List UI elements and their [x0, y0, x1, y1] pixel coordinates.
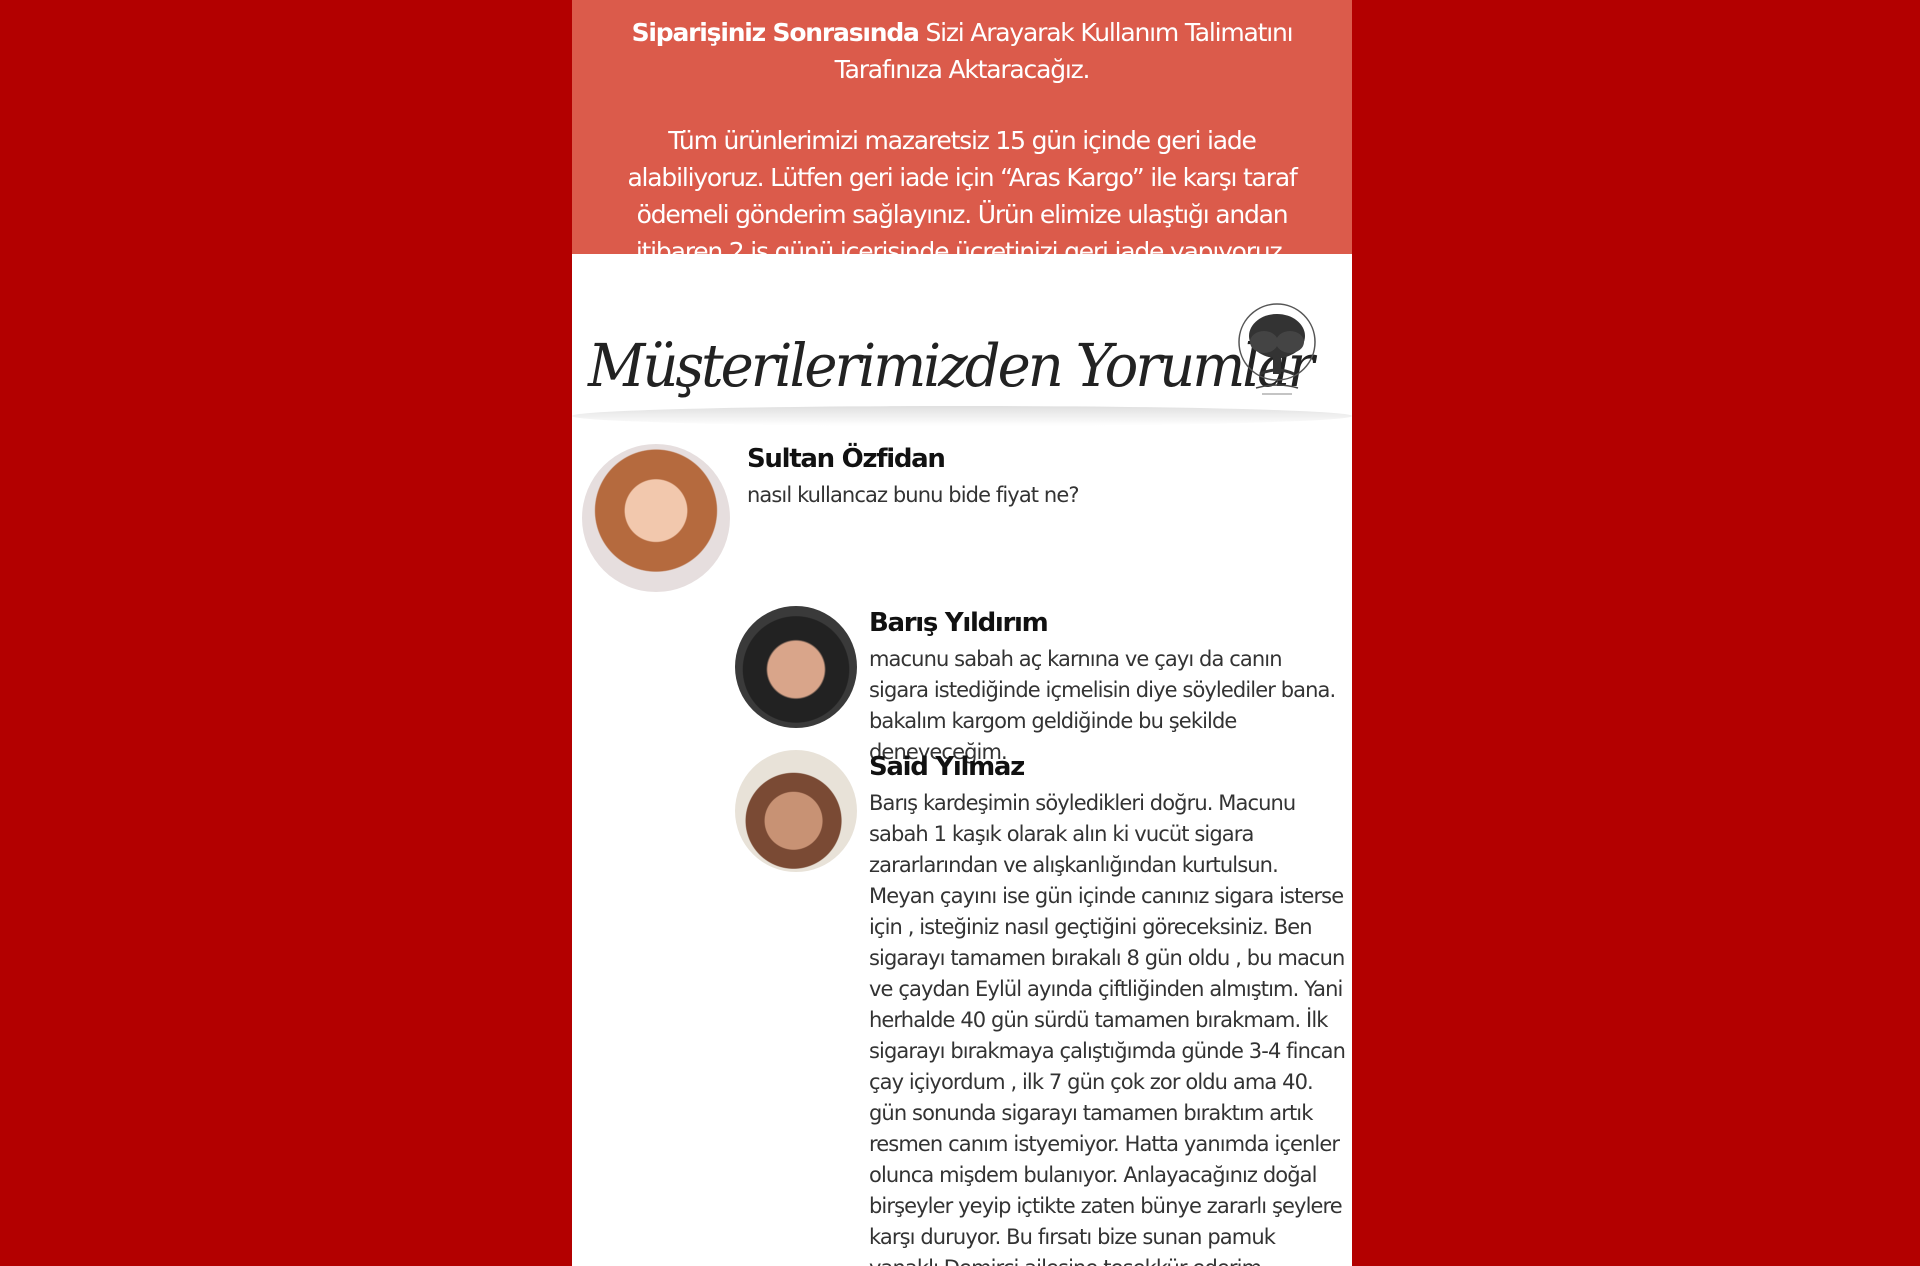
reviews-heading: Müşterilerimizden Yorumlar — [588, 332, 1314, 401]
order-info-box: Siparişiniz Sonrasında Sizi Arayarak Kul… — [572, 0, 1352, 266]
content-column: Siparişiniz Sonrasında Sizi Arayarak Kul… — [572, 0, 1352, 1266]
reviewer-name: Barış Yıldırım — [869, 608, 1049, 638]
review-item: Said Yılmaz Barış kardeşimin söyledikler… — [572, 748, 1352, 1266]
heading-shadow — [572, 406, 1352, 426]
avatar — [582, 444, 730, 592]
review-text: nasıl kullancaz bunu bide fiyat ne? — [747, 483, 1079, 507]
order-call-bold: Siparişiniz Sonrasında — [631, 18, 920, 47]
order-call-info: Siparişiniz Sonrasında Sizi Arayarak Kul… — [608, 14, 1316, 88]
reviews-heading-banner: Müşterilerimizden Yorumlar — [572, 298, 1352, 458]
reviewer-name: Said Yılmaz — [869, 752, 1025, 782]
avatar — [735, 750, 857, 872]
review-item: Barış Yıldırım macunu sabah aç karnına v… — [572, 604, 1352, 764]
review-item: Sultan Özfidan nasıl kullancaz bunu bide… — [572, 440, 1352, 600]
return-policy-text: Tüm ürünlerimizi mazaretsiz 15 gün içind… — [627, 126, 1297, 266]
reviewer-name: Sultan Özfidan — [747, 444, 946, 474]
avatar — [735, 606, 857, 728]
review-text: Barış kardeşimin söyledikleri doğru. Mac… — [869, 791, 1346, 1266]
tree-logo-icon — [1238, 303, 1316, 395]
